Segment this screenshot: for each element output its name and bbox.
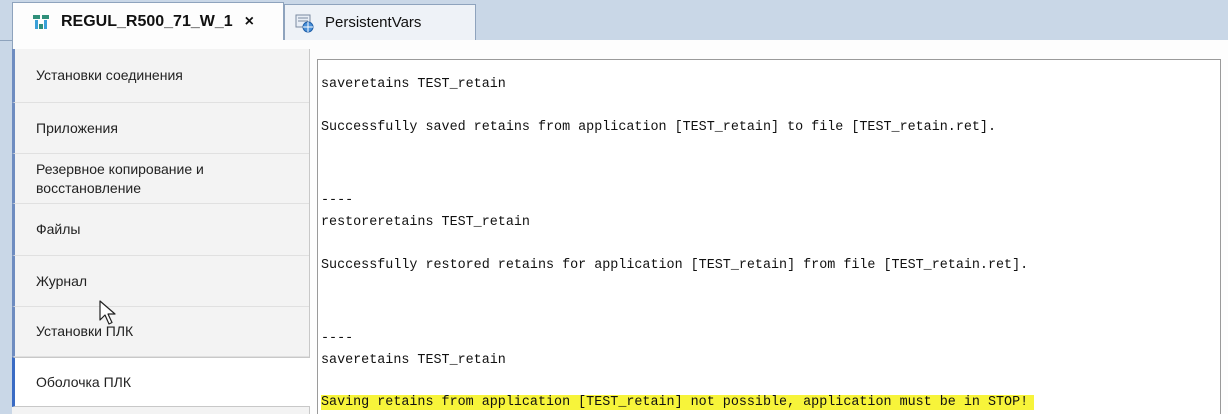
sidebar-item-label: Резервное копирование и восстановление bbox=[36, 160, 204, 196]
console-line-error-highlighted: Saving retains from application [TEST_re… bbox=[321, 395, 1035, 410]
global-vars-icon bbox=[295, 13, 315, 33]
console-right-border bbox=[1221, 59, 1228, 414]
tab-label: PersistentVars bbox=[325, 14, 422, 31]
console-line: saveretains TEST_retain bbox=[321, 77, 506, 92]
close-icon[interactable]: × bbox=[245, 13, 254, 31]
sidebar-item-label: Файлы bbox=[36, 221, 81, 237]
sidebar-item-label: Установки ПЛК bbox=[36, 323, 134, 339]
sidebar-item-plc-shell[interactable]: Оболочка ПЛК bbox=[12, 357, 310, 407]
sidebar-item-label: Оболочка ПЛК bbox=[36, 373, 131, 390]
console-line: restoreretains TEST_retain bbox=[321, 215, 530, 230]
editor-tab-strip: REGUL_R500_71_W_1 × PersistentVars bbox=[0, 0, 1228, 41]
sidebar-item-connection-settings[interactable]: Установки соединения bbox=[12, 49, 309, 103]
tab-persistentvars[interactable]: PersistentVars bbox=[284, 4, 476, 40]
sidebar-item-plc-settings[interactable]: Установки ПЛК bbox=[12, 307, 309, 357]
sidebar-item-log[interactable]: Журнал bbox=[12, 256, 309, 307]
sidebar-item-label: Журнал bbox=[36, 272, 88, 289]
tab-regul-device[interactable]: REGUL_R500_71_W_1 × bbox=[12, 2, 284, 41]
tab-label: REGUL_R500_71_W_1 bbox=[61, 13, 233, 30]
sidebar-item-label: Установки соединения bbox=[36, 67, 183, 83]
sidebar-item-label: Приложения bbox=[36, 119, 118, 136]
console-line: ---- bbox=[321, 331, 354, 346]
sidebar-item-applications[interactable]: Приложения bbox=[12, 103, 309, 154]
device-settings-sidebar: Установки соединения Приложения Резервно… bbox=[12, 49, 310, 414]
sidebar-item-files[interactable]: Файлы bbox=[12, 204, 309, 256]
plc-shell-output[interactable]: saveretains TEST_retain Successfully sav… bbox=[317, 59, 1221, 414]
console-line: ---- bbox=[321, 193, 354, 208]
console-line: Successfully saved retains from applicat… bbox=[321, 120, 996, 135]
sidebar-item-backup-restore[interactable]: Резервное копирование и восстановление bbox=[12, 154, 309, 204]
console-line: Successfully restored retains for applic… bbox=[321, 258, 1029, 273]
device-tree-icon bbox=[31, 12, 51, 32]
console-line: saveretains TEST_retain bbox=[321, 353, 506, 368]
